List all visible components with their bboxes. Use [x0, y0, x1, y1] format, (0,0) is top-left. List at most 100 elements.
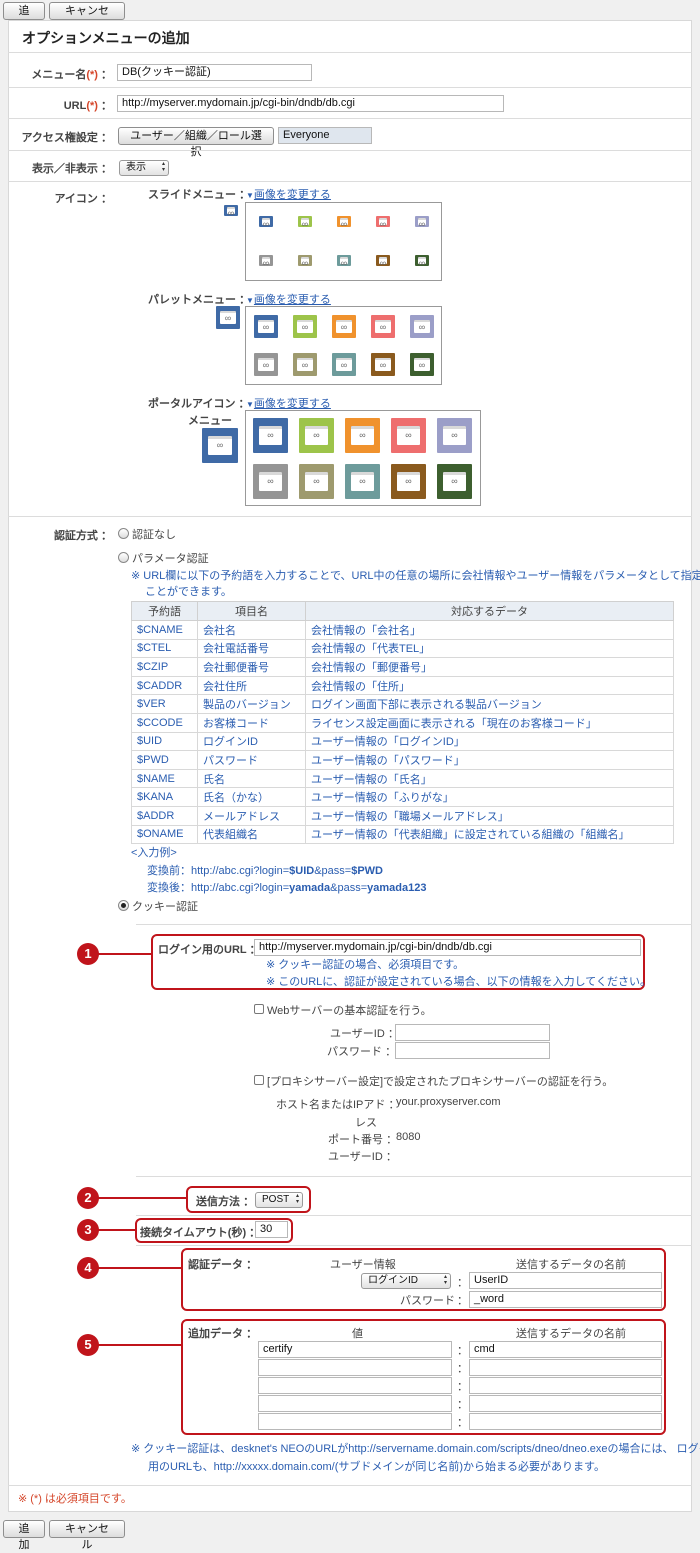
table-cell: ユーザー情報の「氏名」: [305, 768, 674, 789]
table-cell: 代表組織名: [197, 824, 306, 845]
table-cell: 氏名: [197, 768, 306, 789]
icon-option[interactable]: [254, 315, 278, 338]
reserved-words-table: 予約語 項目名 対応するデータ $CNAME 会社名 会社情報の「会社名」 $CTEL…: [131, 601, 674, 845]
send-method-label: 送信方法 ：: [196, 1196, 255, 1208]
table-cell: $CTEL: [131, 638, 198, 659]
icon-option[interactable]: [332, 353, 356, 376]
table-cell: ログイン画面下部に表示される製品バージョン: [305, 694, 674, 714]
palette-change-image-link[interactable]: ▼画像を変更する: [246, 291, 331, 307]
table-cell: $PWD: [131, 750, 198, 770]
icon-option[interactable]: [253, 418, 288, 453]
proxy-port-label: ポート番号 ：: [328, 1134, 398, 1146]
cancel-button-top[interactable]: キャンセル: [49, 2, 125, 33]
extra-send-name-input[interactable]: [469, 1395, 662, 1412]
extra-send-name-input[interactable]: [469, 1359, 662, 1376]
send-name-header: 送信するデータの名前: [516, 1259, 626, 1271]
icon-option[interactable]: [410, 353, 434, 376]
auth-password-send-name-input[interactable]: _word: [469, 1291, 662, 1308]
basic-user-id-input[interactable]: [395, 1024, 550, 1041]
login-id-select[interactable]: ログインID: [361, 1273, 451, 1289]
auth-cookie-radio[interactable]: [118, 900, 129, 911]
icon-option[interactable]: [345, 418, 380, 453]
extra-value-input[interactable]: [258, 1377, 452, 1394]
proxy-host-label: ホスト名またはIPアド ：: [276, 1099, 400, 1111]
extra-value-input[interactable]: certify: [258, 1341, 452, 1358]
proxy-auth-checkbox[interactable]: [254, 1075, 264, 1085]
icon-option[interactable]: [391, 418, 426, 453]
icon-option[interactable]: [415, 216, 429, 229]
icon-option[interactable]: [391, 464, 426, 499]
table-cell: 会社情報の「郵便番号」: [305, 657, 674, 677]
visibility-select[interactable]: 表示: [119, 160, 169, 176]
marker-1: 1: [77, 943, 99, 965]
icon-option[interactable]: [332, 315, 356, 338]
extra-value-input[interactable]: [258, 1395, 452, 1412]
timeout-input[interactable]: 30: [255, 1221, 288, 1238]
auth-param-radio[interactable]: [118, 552, 129, 563]
cancel-button-bottom[interactable]: キャンセル: [49, 1520, 125, 1551]
basic-password-input[interactable]: [395, 1042, 550, 1059]
icon-option[interactable]: [371, 353, 395, 376]
extra-send-name-input[interactable]: [469, 1413, 662, 1430]
divider: [136, 1176, 692, 1177]
extra-send-name-input[interactable]: cmd: [469, 1341, 662, 1358]
auth-user-send-name-input[interactable]: UserID: [469, 1272, 662, 1289]
icon-option[interactable]: [254, 353, 278, 376]
url-input[interactable]: http://myserver.mydomain.jp/cgi-bin/dndb…: [117, 95, 504, 112]
icon-option[interactable]: [259, 255, 273, 268]
auth-password-label: パスワード: [400, 1295, 455, 1307]
auth-param-label: パラメータ認証: [132, 553, 209, 565]
divider: [8, 516, 692, 517]
icon-option[interactable]: [253, 464, 288, 499]
icon-option[interactable]: [293, 315, 317, 338]
send-method-select[interactable]: POST: [255, 1192, 303, 1208]
icon-option[interactable]: [410, 315, 434, 338]
colon-sep: ：: [457, 1345, 468, 1357]
auth-none-radio[interactable]: [118, 528, 129, 539]
login-url-input[interactable]: http://myserver.mydomain.jp/cgi-bin/dndb…: [254, 939, 641, 956]
table-cell: $ONAME: [131, 824, 198, 845]
auth-method-label: 認証方式 ：: [53, 530, 112, 542]
table-cell: ユーザー情報の「代表組織」に設定されている組織の「組織名」: [305, 824, 674, 845]
icon-option[interactable]: [293, 353, 317, 376]
table-cell: 会社住所: [197, 675, 306, 696]
add-button-bottom[interactable]: 追加: [3, 1520, 45, 1551]
extra-send-name-input[interactable]: [469, 1377, 662, 1394]
table-row: $CNAME 会社名 会社情報の「会社名」: [131, 620, 674, 640]
table-cell: 会社情報の「会社名」: [305, 620, 674, 640]
icon-option[interactable]: [345, 464, 380, 499]
basic-auth-checkbox[interactable]: [254, 1004, 264, 1014]
icon-option[interactable]: [415, 255, 429, 268]
icon-option[interactable]: [299, 418, 334, 453]
table-cell: 製品のバージョン: [197, 694, 306, 714]
table-cell: メールアドレス: [197, 805, 306, 826]
icon-option[interactable]: [337, 255, 351, 268]
icon-option[interactable]: [437, 464, 472, 499]
extra-value-input[interactable]: [258, 1359, 452, 1376]
table-row: $CZIP 会社郵便番号 会社情報の「郵便番号」: [131, 657, 674, 677]
add-button-top[interactable]: 追加: [3, 2, 45, 33]
proxy-port-value: 8080: [396, 1131, 421, 1143]
menu-name-input[interactable]: DB(クッキー認証): [117, 64, 312, 81]
table-cell: ユーザー情報の「ふりがな」: [305, 787, 674, 807]
icon-option[interactable]: [376, 255, 390, 268]
icon-option[interactable]: [259, 216, 273, 229]
icon-option[interactable]: [371, 315, 395, 338]
table-row: $ONAME 代表組織名 ユーザー情報の「代表組織」に設定されている組織の「組織名」: [131, 824, 674, 845]
icon-option[interactable]: [376, 216, 390, 229]
colon-sep: ：: [457, 1295, 468, 1307]
colon-sep: ：: [457, 1277, 468, 1289]
table-cell: 会社名: [197, 620, 306, 640]
slide-change-image-link[interactable]: ▼画像を変更する: [246, 186, 331, 202]
icon-option[interactable]: [337, 216, 351, 229]
icon-option[interactable]: [298, 216, 312, 229]
portal-change-image-link[interactable]: ▼画像を変更する: [246, 395, 331, 411]
icon-option[interactable]: [299, 464, 334, 499]
table-cell: $VER: [131, 694, 198, 714]
colon-sep: ：: [457, 1381, 468, 1393]
extra-value-input[interactable]: [258, 1413, 452, 1430]
table-header: 予約語: [131, 601, 198, 621]
icon-option[interactable]: [298, 255, 312, 268]
icon-option[interactable]: [437, 418, 472, 453]
user-org-role-select-button[interactable]: ユーザー／組織／ロール選択: [118, 127, 274, 158]
